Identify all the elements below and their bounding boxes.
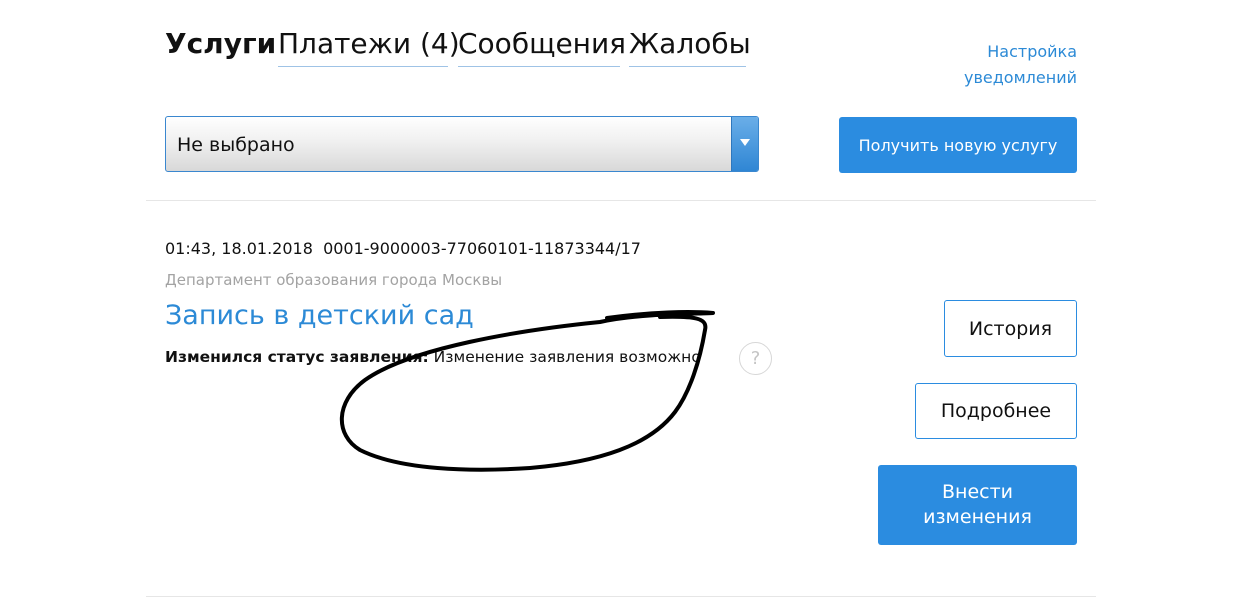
tab-complaints[interactable]: Жалобы	[629, 24, 751, 67]
divider-bottom	[146, 596, 1096, 597]
tab-messages[interactable]: Сообщения	[458, 24, 626, 67]
select-dropdown-button[interactable]	[731, 117, 758, 171]
notification-settings-line2: уведомлений	[964, 68, 1077, 87]
divider-top	[146, 200, 1096, 201]
details-button[interactable]: Подробнее	[915, 383, 1077, 439]
tab-payments[interactable]: Платежи (4)	[278, 24, 460, 67]
make-changes-label-line1: Внести	[941, 481, 1013, 503]
status-line: Изменился статус заявления: Изменение за…	[165, 348, 701, 366]
status-label: Изменился статус заявления:	[165, 348, 429, 366]
application-datetime-number: 01:43, 18.01.2018 0001-9000003-77060101-…	[165, 239, 641, 258]
department-name: Департамент образования города Москвы	[165, 271, 503, 289]
help-icon[interactable]: ?	[739, 342, 772, 375]
make-changes-label-line2: изменения	[923, 506, 1032, 528]
service-filter-value: Не выбрано	[177, 134, 295, 156]
status-value: Изменение заявления возможно	[428, 348, 701, 366]
chevron-down-icon	[740, 139, 750, 146]
notification-settings-link[interactable]: Настройка уведомлений	[964, 39, 1077, 91]
notification-settings-line1: Настройка	[987, 42, 1077, 61]
make-changes-button[interactable]: Внести изменения	[878, 465, 1077, 545]
get-new-service-button[interactable]: Получить новую услугу	[839, 117, 1077, 173]
history-button[interactable]: История	[944, 300, 1077, 357]
service-filter-select[interactable]: Не выбрано	[165, 116, 759, 172]
service-title-link[interactable]: Запись в детский сад	[165, 300, 474, 331]
tab-services[interactable]: Услуги	[165, 24, 276, 66]
